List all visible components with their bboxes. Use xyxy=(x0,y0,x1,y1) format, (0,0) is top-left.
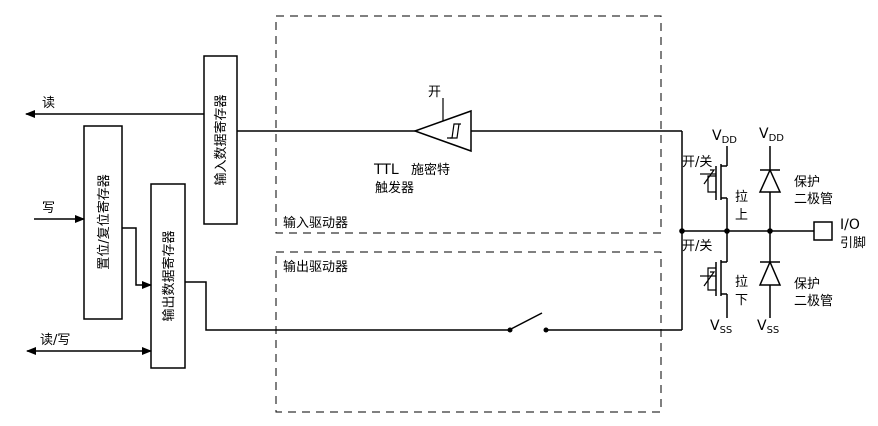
output-data-register-label: 输出数据寄存器 xyxy=(161,230,177,321)
protection-diode-upper xyxy=(758,146,782,231)
read-write-label: 读/写 xyxy=(40,333,70,348)
input-data-register-label: 输入数据寄存器 xyxy=(213,94,229,185)
vdd-label-diode: VDD xyxy=(759,126,784,144)
schmitt-label-1: 施密特 xyxy=(411,162,450,178)
output-switch-contact-right xyxy=(543,327,549,333)
vss-label-transistor: VSS xyxy=(710,318,732,336)
pull-down-switch-label: 开/关 xyxy=(682,239,712,254)
vss-label-diode: VSS xyxy=(757,318,779,336)
read-label: 读 xyxy=(42,96,55,111)
io-pin-label-1: I/O xyxy=(840,217,860,233)
pull-up-label-2: 上 xyxy=(735,208,748,223)
protection-diode-lower xyxy=(758,231,782,318)
output-driver-boundary xyxy=(275,251,662,413)
protect-diode-lower-label-2: 二极管 xyxy=(794,294,833,309)
trigger-on-label: 开 xyxy=(428,85,441,100)
vdd-label-transistor: VDD xyxy=(712,128,737,146)
pull-up-switch-label: 开/关 xyxy=(682,155,712,170)
pull-down-label-1: 拉 xyxy=(735,275,748,290)
protect-diode-upper-label-1: 保护 xyxy=(794,175,820,190)
io-pin xyxy=(813,221,833,241)
schmitt-label-2: 触发器 xyxy=(375,180,414,196)
protect-diode-upper-label-2: 二极管 xyxy=(794,192,833,207)
output-switch-blade xyxy=(510,312,543,330)
gpio-structure-diagram: 输入驱动器 输出驱动器 输入数据寄存器 置位/复位寄存器 输出数据寄存器 读 写… xyxy=(25,15,866,413)
write-label: 写 xyxy=(42,201,55,216)
output-driver-label: 输出驱动器 xyxy=(283,259,348,275)
ttl-label: TTL xyxy=(373,162,399,178)
set-reset-to-output-line xyxy=(122,227,152,289)
node-dot-io xyxy=(679,228,685,234)
protect-diode-lower-label-1: 保护 xyxy=(794,277,820,292)
schmitt-trigger xyxy=(412,98,472,153)
pull-down-label-2: 下 xyxy=(735,293,748,308)
input-driver-label: 输入驱动器 xyxy=(283,215,348,231)
set-reset-register-label: 置位/复位寄存器 xyxy=(96,174,112,269)
pull-up-label-1: 拉 xyxy=(735,190,748,205)
output-signal-line xyxy=(185,281,508,331)
io-pin-label-2: 引脚 xyxy=(840,235,866,251)
